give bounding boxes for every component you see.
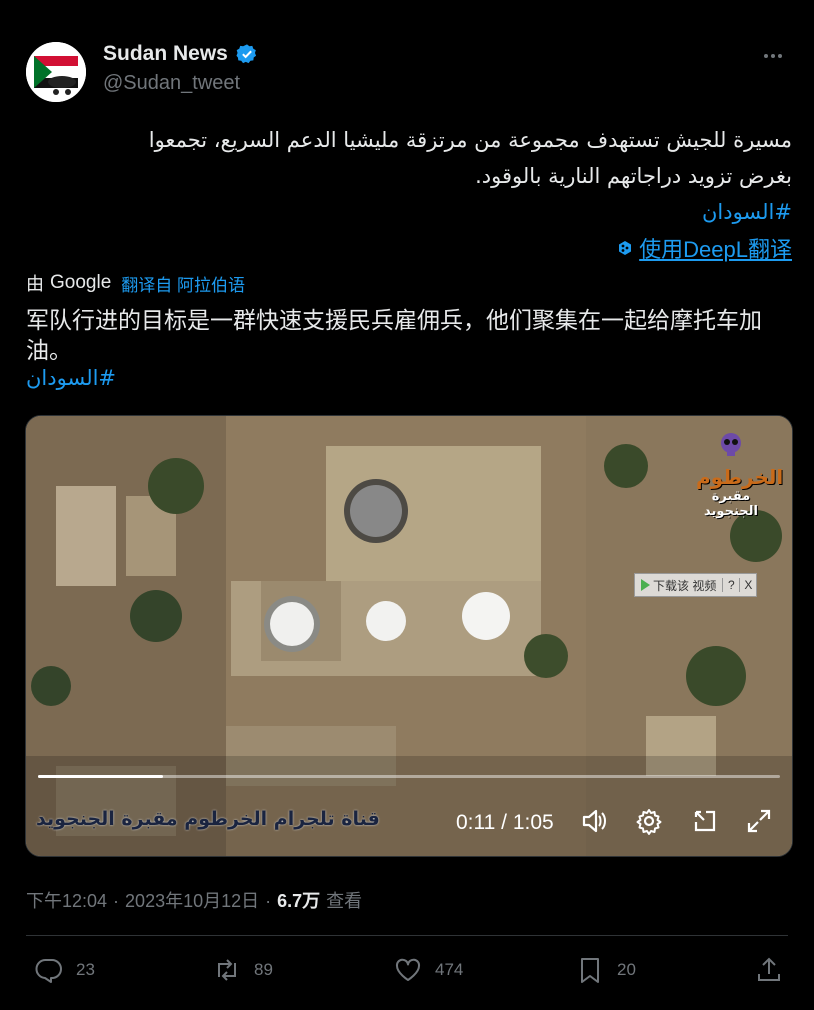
tweet-original-text: مسيرة للجيش تستهدف مجموعة من مرتزقة مليش…	[32, 122, 792, 230]
settings-button[interactable]	[634, 806, 664, 836]
channel-watermark: الخرطوم مقبرة الجنجويد	[696, 430, 784, 519]
display-name[interactable]: Sudan News	[103, 42, 228, 66]
deepl-translate-link[interactable]: 使用DeepL翻译	[617, 232, 792, 264]
tweet-original-line: بغرض تزويد دراجاتهم النارية بالوقود.	[475, 164, 792, 188]
meta-separator: ·	[265, 891, 272, 911]
fullscreen-button[interactable]	[744, 806, 774, 836]
translated-by-prefix: 由	[26, 274, 44, 294]
verified-badge-icon	[236, 44, 257, 64]
retweet-button[interactable]: 89	[212, 955, 273, 985]
share-button[interactable]	[754, 955, 784, 985]
play-triangle-icon	[641, 579, 650, 591]
tweet: Sudan News @Sudan_tweet مسيرة للجيش تسته…	[0, 0, 814, 1010]
gear-icon	[636, 809, 662, 835]
translation-text: 军队行进的目标是一群快速支援民兵雇佣兵，他们聚集在一起给摩托车加油。	[26, 308, 762, 364]
tweet-meta: 下午12:04 · 2023年10月12日 · 6.7万 查看	[26, 887, 362, 913]
like-button[interactable]: 474	[393, 955, 463, 985]
hashtag-link[interactable]: #السودان	[32, 194, 792, 230]
reply-count: 23	[76, 960, 95, 979]
user-info: Sudan News @Sudan_tweet	[103, 42, 258, 95]
share-icon	[758, 957, 780, 981]
bookmark-count: 20	[617, 960, 636, 979]
translated-by: 由 Google 翻译自 阿拉伯语	[26, 270, 245, 296]
reply-button[interactable]: 23	[34, 955, 95, 985]
volume-button[interactable]	[579, 806, 609, 836]
download-video-overlay: 下载该 视频 ? X	[634, 573, 758, 597]
more-dots-icon	[764, 54, 768, 58]
pip-icon	[694, 810, 716, 832]
divider	[26, 935, 788, 936]
retweet-count: 89	[254, 960, 273, 979]
bookmark-button[interactable]: 20	[575, 955, 636, 985]
picture-in-picture-button[interactable]	[690, 806, 720, 836]
avatar[interactable]	[26, 42, 86, 102]
heart-icon	[395, 958, 421, 981]
tweet-original-line: مسيرة للجيش تستهدف مجموعة من مرتزقة مليش…	[148, 128, 792, 152]
skull-icon	[721, 433, 741, 456]
tweet-time[interactable]: 下午12:04	[26, 887, 107, 913]
deepl-label: 使用DeepL翻译	[639, 237, 792, 262]
video-progress-fill	[38, 775, 164, 778]
download-close-button[interactable]: X	[739, 578, 756, 592]
deepl-icon	[619, 241, 632, 255]
views-label: 查看	[326, 891, 363, 911]
user-handle[interactable]: @Sudan_tweet	[103, 72, 258, 95]
video-time: 0:11 / 1:05	[456, 811, 554, 834]
meta-separator: ·	[113, 891, 120, 911]
watermark-subtitle: مقبرة الجنجويد	[704, 489, 758, 519]
channel-caption: قناة تلجرام الخرطوم مقبرة الجنجويد	[36, 808, 380, 830]
download-help-button[interactable]: ?	[722, 578, 739, 592]
bookmark-icon	[581, 958, 599, 983]
tweet-date[interactable]: 2023年10月12日	[125, 887, 259, 913]
video-player[interactable]: الخرطوم مقبرة الجنجويد 下载该 视频 ? X قناة ت…	[25, 415, 793, 857]
views-count: 6.7万	[277, 891, 321, 911]
retweet-icon	[218, 959, 236, 981]
translation-hashtag-link[interactable]: #السودان	[26, 366, 116, 390]
download-video-button[interactable]: 下载该 视频	[635, 577, 722, 594]
tweet-actions: 23 89 474 20	[0, 955, 814, 995]
google-logo: Google	[50, 272, 112, 293]
speaker-icon	[582, 809, 606, 833]
fullscreen-icon	[747, 809, 771, 833]
sudan-flag-avatar-icon	[26, 42, 86, 102]
more-options-button[interactable]	[758, 46, 788, 66]
watermark-title: الخرطوم	[696, 465, 784, 489]
translated-from-link[interactable]: 翻译自 阿拉伯语	[121, 271, 245, 296]
video-progress-bar[interactable]	[38, 775, 780, 778]
video-frame	[26, 416, 792, 856]
download-label: 下载该 视频	[653, 578, 717, 593]
reply-icon	[35, 958, 62, 983]
like-count: 474	[435, 960, 464, 979]
